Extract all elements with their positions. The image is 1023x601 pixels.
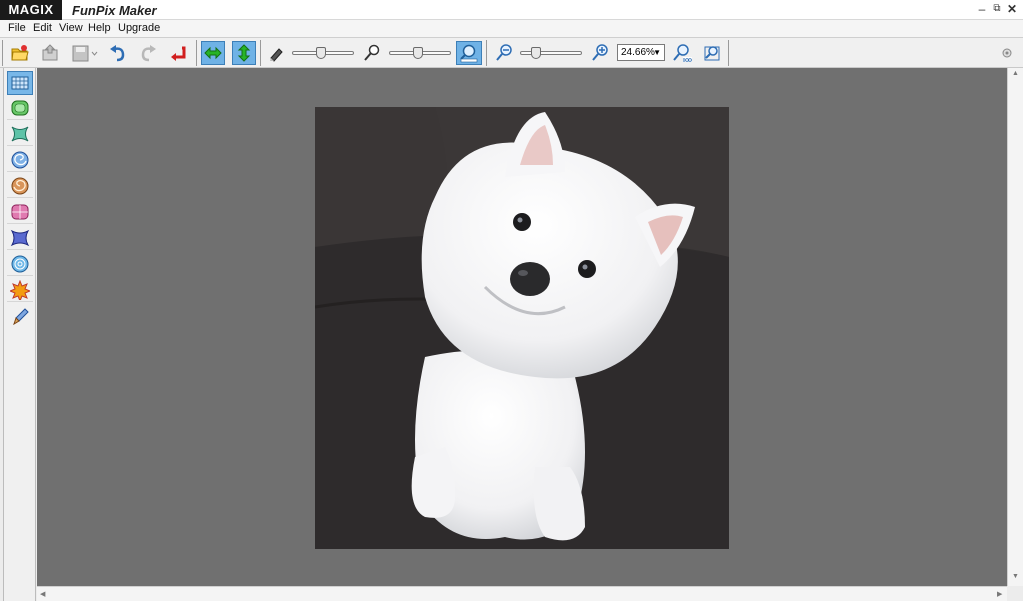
scroll-right-icon[interactable]: ▶ (997, 590, 1002, 598)
app-window: MAGIX FunPix Maker – ⧉ ✕ File Edit View … (0, 0, 1023, 601)
reset-button[interactable] (166, 41, 190, 65)
tool-pinch[interactable] (7, 122, 33, 146)
reset-icon (171, 46, 186, 61)
brush-size-button[interactable] (360, 41, 384, 65)
toolbar-separator (260, 40, 261, 66)
chevron-down-icon: ▼ (653, 48, 661, 57)
effect-zoom-button[interactable] (456, 41, 482, 65)
toolbar (0, 38, 1023, 68)
zoom-level-value: 24.66% (621, 47, 655, 58)
effect-strength-slider[interactable] (389, 47, 451, 59)
toolbar-separator (2, 40, 3, 66)
eraser-icon (270, 48, 283, 62)
effect-strength-slider-thumb[interactable] (413, 47, 423, 59)
save-button[interactable] (68, 41, 100, 65)
minimize-button[interactable]: – (975, 2, 989, 16)
fit-height-icon (237, 44, 251, 62)
ripple-icon (11, 255, 29, 272)
export-button[interactable] (38, 41, 62, 65)
menu-bar: File Edit View Help Upgrade (0, 20, 1023, 38)
open-button[interactable] (8, 41, 32, 65)
brush-icon (13, 308, 29, 325)
fit-width-icon (204, 46, 222, 60)
brush-size-slider-thumb[interactable] (316, 47, 326, 59)
twirl-icon (11, 177, 29, 194)
distortion-grid-icon (11, 76, 29, 90)
eraser-button[interactable] (264, 41, 288, 65)
menu-file[interactable]: File (8, 22, 26, 34)
zoom-fit-button[interactable] (700, 41, 724, 65)
zoom-level-select[interactable]: 24.66% ▼ (617, 44, 665, 61)
restore-button[interactable]: ⧉ (990, 2, 1004, 16)
horizontal-scrollbar[interactable]: ◀ ▶ (37, 586, 1007, 601)
bulge-icon (11, 100, 29, 115)
undo-button[interactable] (106, 41, 130, 65)
redo-icon (141, 45, 156, 62)
scroll-up-icon[interactable]: ▲ (1012, 70, 1019, 77)
save-icon (72, 45, 98, 62)
title-bar: MAGIX FunPix Maker – ⧉ ✕ (0, 0, 1023, 20)
effect-zoom-icon (460, 44, 478, 63)
zoom-in-button[interactable] (588, 41, 612, 65)
fit-width-button[interactable] (201, 41, 225, 65)
tool-distortion-grid[interactable] (7, 71, 33, 95)
toolbar-separator (486, 40, 487, 66)
app-title: FunPix Maker (72, 3, 157, 18)
tool-bulge[interactable] (7, 96, 33, 120)
brush-size-icon (364, 44, 380, 61)
scroll-down-icon[interactable]: ▼ (1012, 573, 1019, 580)
pinch-square-icon (10, 229, 30, 246)
brand-logo: MAGIX (0, 0, 62, 20)
tool-pinch-square[interactable] (7, 226, 33, 250)
toolbar-separator (728, 40, 729, 66)
menu-upgrade[interactable]: Upgrade (118, 22, 160, 34)
open-icon (11, 45, 29, 61)
zoom-in-icon (592, 44, 608, 61)
tool-swirl[interactable] (7, 148, 33, 172)
options-icon (1002, 48, 1012, 58)
explode-icon (10, 279, 30, 300)
undo-icon (110, 45, 125, 62)
zoom-100-icon (673, 44, 692, 62)
redo-button[interactable] (136, 41, 160, 65)
zoom-slider-thumb[interactable] (531, 47, 541, 59)
zoom-out-button[interactable] (492, 41, 516, 65)
tool-barrel[interactable] (7, 200, 33, 224)
pinch-icon (11, 126, 29, 141)
image-canvas[interactable] (37, 68, 1007, 586)
photo-image[interactable] (315, 107, 729, 549)
swirl-icon (11, 151, 29, 168)
toolbar-separator (196, 40, 197, 66)
tool-ripple[interactable] (7, 252, 33, 276)
photo-dog-image (315, 107, 729, 549)
close-button[interactable]: ✕ (1005, 2, 1019, 16)
tool-brush[interactable] (7, 304, 33, 328)
vertical-scrollbar[interactable]: ▲ ▼ (1007, 68, 1023, 586)
options-button[interactable] (995, 41, 1019, 65)
brush-size-slider[interactable] (292, 47, 354, 59)
zoom-100-button[interactable] (670, 41, 694, 65)
menu-help[interactable]: Help (88, 22, 111, 34)
scroll-left-icon[interactable]: ◀ (40, 590, 45, 598)
zoom-slider[interactable] (520, 47, 582, 59)
zoom-fit-icon (704, 46, 720, 61)
menu-edit[interactable]: Edit (33, 22, 52, 34)
tool-twirl[interactable] (7, 174, 33, 198)
zoom-out-icon (496, 44, 512, 61)
menu-view[interactable]: View (59, 22, 83, 34)
fit-height-button[interactable] (232, 41, 256, 65)
effects-toolbar (3, 68, 36, 601)
tool-explode[interactable] (7, 278, 33, 302)
export-icon (42, 44, 58, 61)
barrel-icon (11, 204, 29, 219)
